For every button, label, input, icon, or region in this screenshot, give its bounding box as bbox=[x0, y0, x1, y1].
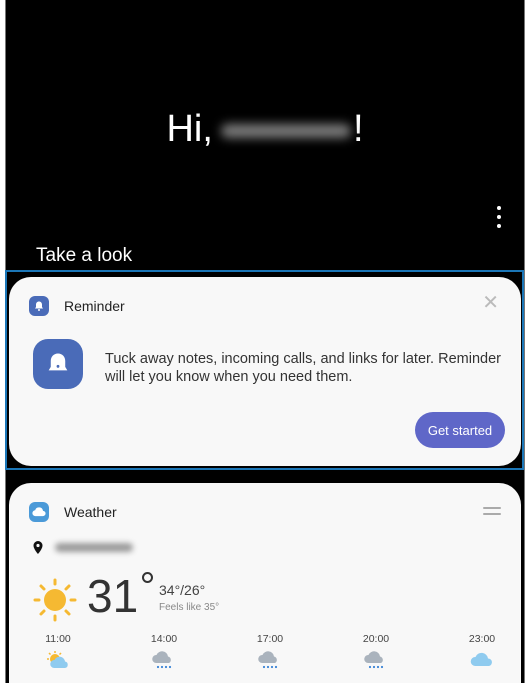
weather-app-icon bbox=[29, 502, 49, 522]
hourly-time: 20:00 bbox=[362, 633, 390, 645]
hourly-time: 23:00 bbox=[468, 633, 496, 645]
high-low-temperature: 34°/26° bbox=[159, 582, 206, 598]
close-icon[interactable]: ✕ bbox=[482, 293, 499, 313]
degree-symbol bbox=[142, 572, 153, 583]
greeting: Hi,! bbox=[6, 108, 524, 151]
section-title: Take a look bbox=[36, 245, 133, 266]
greeting-suffix: ! bbox=[352, 108, 364, 150]
reminder-title: Reminder bbox=[64, 298, 125, 314]
hourly-forecast: 11:00 14:00 17:00 20:00 23:00 bbox=[29, 633, 511, 671]
partly-sunny-icon bbox=[47, 651, 68, 668]
hourly-time: 11:00 bbox=[45, 633, 71, 645]
hourly-item: 14:00 bbox=[135, 633, 193, 671]
hourly-time: 17:00 bbox=[256, 633, 284, 645]
rain-icon bbox=[152, 651, 172, 669]
location-row bbox=[33, 541, 133, 554]
bell-icon bbox=[33, 339, 83, 389]
hourly-item: 23:00 bbox=[453, 633, 511, 671]
get-started-button[interactable]: Get started bbox=[415, 412, 505, 448]
current-temperature: 31 bbox=[87, 570, 139, 622]
more-options-icon[interactable] bbox=[496, 206, 502, 228]
greeting-prefix: Hi, bbox=[166, 108, 213, 150]
hourly-item: 20:00 bbox=[347, 633, 405, 671]
reminder-card[interactable]: Reminder ✕ Tuck away notes, incoming cal… bbox=[9, 277, 521, 466]
reminder-header: Reminder bbox=[29, 296, 125, 316]
hourly-item: 11:00 bbox=[29, 633, 87, 671]
cloud-icon bbox=[470, 652, 492, 666]
location-pin-icon bbox=[33, 541, 43, 554]
weather-title: Weather bbox=[64, 504, 117, 520]
reminder-message: Tuck away notes, incoming calls, and lin… bbox=[105, 351, 501, 385]
sun-icon bbox=[33, 578, 77, 627]
weather-card[interactable]: Weather 31 34°/26° Feels like 35° 11:00 … bbox=[9, 483, 521, 683]
blurred-username bbox=[220, 123, 351, 138]
rain-icon bbox=[364, 651, 384, 669]
hourly-time: 14:00 bbox=[150, 633, 178, 645]
drag-handle-icon[interactable] bbox=[483, 507, 501, 515]
hourly-item: 17:00 bbox=[241, 633, 299, 671]
blurred-location bbox=[55, 543, 133, 552]
weather-header: Weather bbox=[29, 502, 117, 522]
reminder-app-icon bbox=[29, 296, 49, 316]
rain-icon bbox=[258, 651, 278, 669]
feels-like: Feels like 35° bbox=[159, 602, 220, 613]
